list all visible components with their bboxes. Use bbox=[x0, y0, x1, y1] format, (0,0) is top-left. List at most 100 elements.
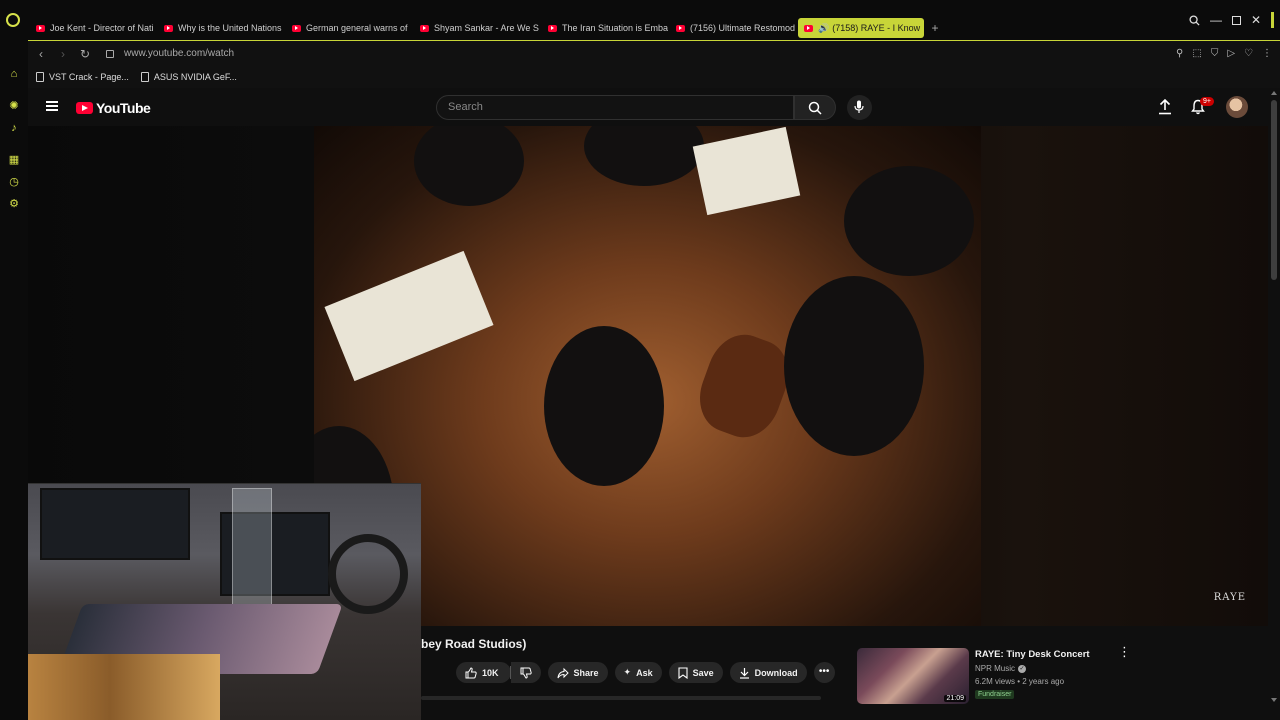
scrollbar-thumb[interactable] bbox=[1271, 100, 1277, 280]
tab-german-general[interactable]: German general warns of bbox=[286, 18, 414, 38]
extensions-icon[interactable]: ▦ bbox=[8, 154, 20, 166]
asus-icon bbox=[140, 72, 149, 82]
heart-icon[interactable]: ♡ bbox=[1244, 48, 1253, 59]
webcam-overlay bbox=[28, 483, 421, 720]
search-tabs-icon[interactable] bbox=[1189, 14, 1200, 26]
video-thumbnail[interactable]: 21:09 bbox=[857, 648, 969, 704]
youtube-favicon-icon bbox=[676, 24, 685, 32]
speaker-icon[interactable]: 🔊 bbox=[818, 23, 829, 34]
channel-name: NPR Music bbox=[975, 664, 1016, 673]
close-icon[interactable]: ✕ bbox=[1251, 13, 1261, 27]
sheet-music-shape bbox=[324, 250, 494, 382]
reload-button[interactable]: ↻ bbox=[76, 47, 94, 61]
maximize-icon[interactable] bbox=[1231, 15, 1241, 25]
share-icon bbox=[557, 667, 569, 678]
tiktok-icon[interactable]: ♪ bbox=[8, 122, 20, 134]
history-icon[interactable]: ◷ bbox=[8, 176, 20, 188]
scroll-down-arrow-icon[interactable] bbox=[1271, 698, 1277, 702]
save-button[interactable]: Save bbox=[668, 662, 723, 683]
bookmarks-bar: VST Crack - Page... ASUS NVIDIA GeF... bbox=[28, 66, 1280, 88]
youtube-logo-text: YouTube bbox=[96, 100, 151, 116]
back-button[interactable]: ‹ bbox=[32, 47, 50, 61]
tab-label: The Iran Situation is Emba bbox=[562, 23, 669, 33]
account-avatar[interactable] bbox=[1226, 96, 1248, 118]
browser-logo-icon[interactable] bbox=[6, 13, 20, 27]
more-actions-button[interactable]: ••• bbox=[813, 662, 835, 683]
lock-icon[interactable] bbox=[106, 49, 114, 58]
video-title: bey Road Studios) bbox=[421, 637, 527, 651]
shield-icon[interactable]: ⛉ bbox=[1211, 48, 1219, 59]
save-label: Save bbox=[692, 667, 714, 678]
share-button[interactable]: Share bbox=[547, 662, 608, 683]
video-actions: 10K Share ✦ Ask Save Download ••• bbox=[456, 662, 835, 683]
recommended-channel[interactable]: NPR Music ✓ bbox=[975, 664, 1027, 673]
chatgpt-icon[interactable]: ✺ bbox=[8, 100, 20, 112]
download-button[interactable]: Download bbox=[729, 662, 807, 683]
cellist-shape bbox=[784, 276, 924, 456]
voice-search-button[interactable] bbox=[847, 95, 872, 120]
musician-shape bbox=[584, 126, 704, 186]
upload-icon[interactable] bbox=[1158, 99, 1172, 115]
fundraiser-badge: Fundraiser bbox=[975, 690, 1015, 699]
recommended-video-title[interactable]: RAYE: Tiny Desk Concert bbox=[975, 649, 1090, 660]
guide-menu-icon[interactable] bbox=[46, 101, 58, 111]
scroll-up-arrow-icon[interactable] bbox=[1271, 91, 1277, 95]
search-button[interactable] bbox=[794, 95, 836, 120]
accent-bar bbox=[1271, 12, 1274, 28]
monitor-shape bbox=[40, 488, 190, 560]
minimize-icon[interactable]: — bbox=[1210, 13, 1222, 27]
dislike-button[interactable] bbox=[510, 662, 541, 683]
settings-icon[interactable]: ⚙ bbox=[8, 198, 20, 210]
share-label: Share bbox=[573, 667, 599, 678]
youtube-favicon-icon bbox=[420, 24, 429, 32]
page-icon bbox=[36, 72, 44, 82]
snapshot-icon[interactable]: ⬚ bbox=[1192, 48, 1201, 59]
video-duration: 21:09 bbox=[944, 695, 966, 702]
youtube-masthead: YouTube Search 9+ bbox=[28, 88, 1268, 126]
verified-check-icon: ✓ bbox=[1018, 664, 1027, 673]
microphone-icon bbox=[854, 100, 864, 113]
bookmark-vst[interactable]: VST Crack - Page... bbox=[36, 72, 129, 82]
bookmark-asus[interactable]: ASUS NVIDIA GeF... bbox=[140, 72, 237, 82]
tab-label: Joe Kent - Director of Nati bbox=[50, 23, 154, 33]
sheet-music-shape bbox=[692, 126, 801, 216]
cello-shape bbox=[689, 325, 799, 447]
bookmark-label: ASUS NVIDIA GeF... bbox=[153, 72, 237, 82]
musician-shape bbox=[844, 166, 974, 276]
youtube-favicon-icon bbox=[36, 24, 45, 32]
ask-label: Ask bbox=[636, 667, 653, 678]
like-button[interactable]: 10K bbox=[456, 662, 511, 683]
tab-strip: Joe Kent - Director of Nati Why is the U… bbox=[0, 0, 1280, 40]
recommendation-menu-icon[interactable]: ⋮ bbox=[1118, 645, 1131, 658]
thumbs-down-icon bbox=[520, 667, 532, 679]
forward-button[interactable]: › bbox=[54, 47, 72, 61]
pin-icon[interactable]: ⚲ bbox=[1176, 48, 1183, 59]
tab-label: Why is the United Nations bbox=[178, 23, 282, 33]
page-scrollbar[interactable] bbox=[1268, 88, 1280, 720]
youtube-page: YouTube Search 9+ RAYE bey Road Studios)… bbox=[28, 88, 1268, 720]
steering-wheel-shape bbox=[328, 534, 408, 614]
tab-label: German general warns of bbox=[306, 23, 408, 33]
download-icon bbox=[739, 667, 749, 679]
tab-iran-situation[interactable]: The Iran Situation is Emba bbox=[542, 18, 670, 38]
url-field[interactable]: www.youtube.com/watch bbox=[124, 48, 234, 59]
youtube-logo[interactable]: YouTube bbox=[76, 100, 151, 116]
ask-button[interactable]: ✦ Ask bbox=[614, 662, 662, 683]
tab-shyam-sankar[interactable]: Shyam Sankar - Are We S bbox=[414, 18, 542, 38]
new-tab-button[interactable]: + bbox=[928, 18, 942, 38]
aria-icon[interactable]: ⌂ bbox=[8, 68, 20, 80]
download-label: Download bbox=[754, 667, 798, 678]
cellist-shape bbox=[544, 326, 664, 486]
tab-united-nations[interactable]: Why is the United Nations bbox=[158, 18, 286, 38]
tab-raye-active[interactable]: 🔊 (7158) RAYE - I Know bbox=[798, 18, 924, 38]
tab-restomod[interactable]: (7156) Ultimate Restomod bbox=[670, 18, 798, 38]
recommended-video[interactable]: 21:09 RAYE: Tiny Desk Concert NPR Music … bbox=[857, 648, 1127, 704]
window-controls: — ✕ bbox=[1189, 12, 1274, 28]
youtube-favicon-icon bbox=[292, 24, 301, 32]
youtube-favicon-icon bbox=[164, 24, 173, 32]
search-input[interactable]: Search bbox=[436, 95, 794, 120]
tab-label: Shyam Sankar - Are We S bbox=[434, 23, 539, 33]
play-icon[interactable]: ▷ bbox=[1227, 48, 1235, 59]
tab-joe-kent[interactable]: Joe Kent - Director of Nati bbox=[30, 18, 158, 38]
menu-icon[interactable]: ⋮ bbox=[1262, 48, 1272, 59]
